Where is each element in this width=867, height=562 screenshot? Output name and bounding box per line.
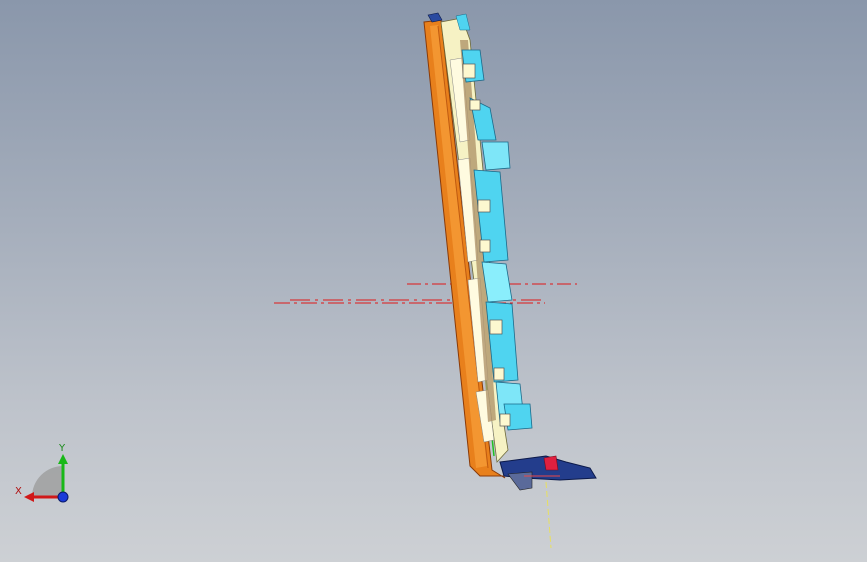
vertical-axis-line [545,481,552,549]
3d-viewport[interactable]: Y X [0,0,867,562]
section-centerlines [274,283,577,304]
navy-bottom-bracket [499,455,597,491]
coordinate-triad: Y X [10,440,80,510]
model-render [274,12,597,549]
y-axis-label: Y [59,443,66,454]
x-axis-label: X [15,486,22,497]
triad-graphic [24,454,69,503]
navy-top-cap [427,12,443,23]
